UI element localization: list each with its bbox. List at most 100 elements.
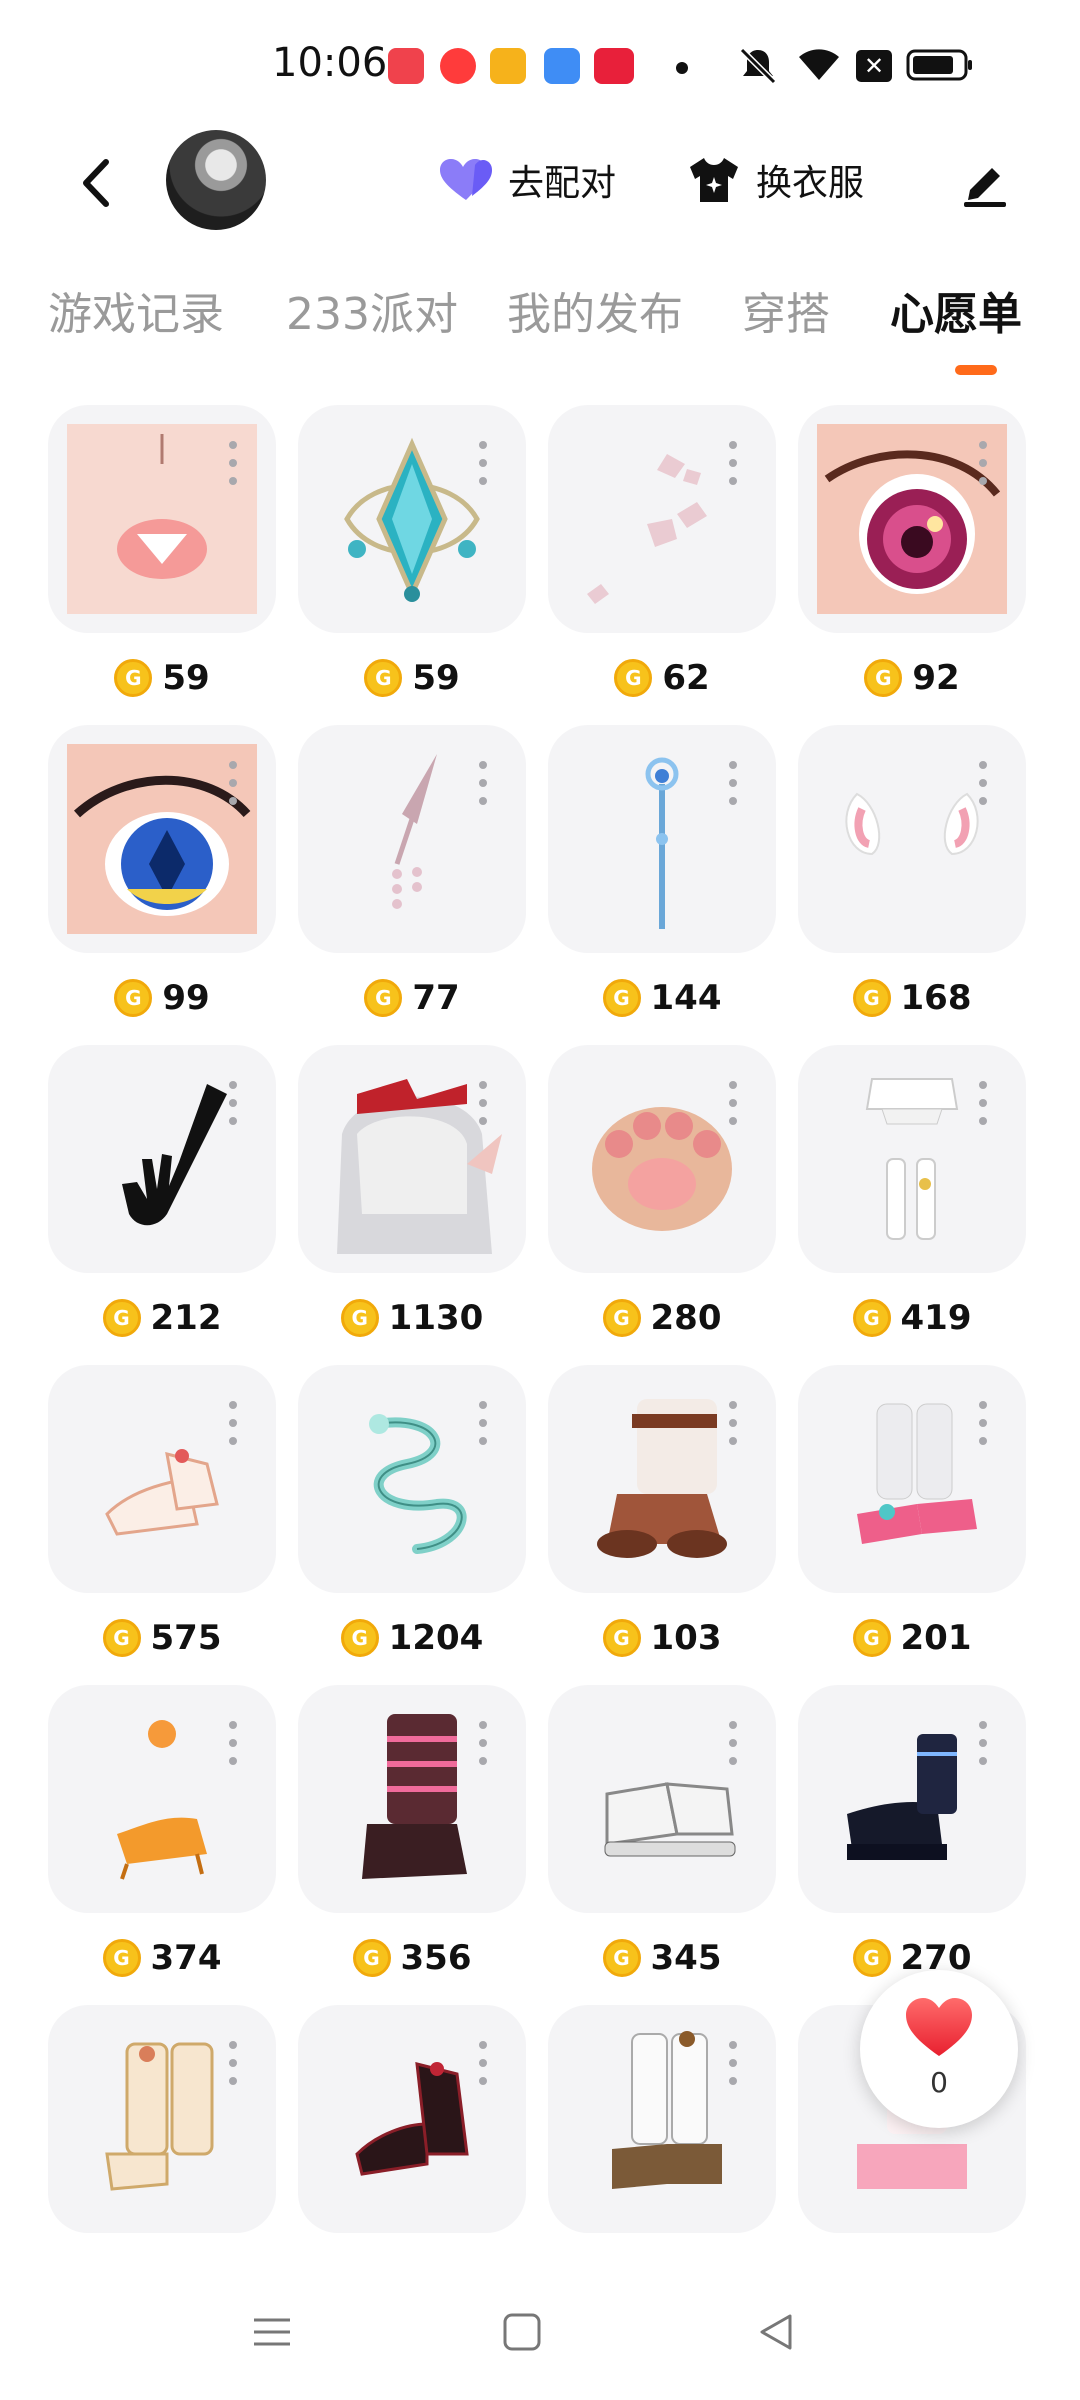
home-square-icon[interactable] [502,2312,542,2352]
more-options-icon[interactable] [478,1081,488,1125]
coin-icon: G [102,1619,141,1657]
more-options-icon[interactable] [728,1401,738,1445]
wishlist-item[interactable]: G 144 [548,725,776,1025]
more-options-icon[interactable] [228,761,238,805]
more-options-icon[interactable] [978,441,988,485]
pair-button[interactable]: 去配对 [436,150,616,210]
active-tab-indicator [955,365,997,375]
wishlist-item[interactable]: G 62 [548,405,776,705]
item-thumbnail[interactable] [548,1045,776,1273]
more-options-icon[interactable] [478,761,488,805]
more-options-icon[interactable] [228,441,238,485]
item-thumbnail[interactable] [798,1685,1026,1913]
coin-icon: G [364,659,403,697]
more-options-icon[interactable] [228,1401,238,1445]
outfit-button[interactable]: 换衣服 [686,150,864,210]
wishlist-item[interactable]: G 356 [298,1685,526,1985]
item-thumbnail[interactable] [798,1365,1026,1593]
coin-icon: G [864,659,903,697]
more-options-icon[interactable] [228,1081,238,1125]
wishlist-item[interactable]: G 77 [298,725,526,1025]
item-thumbnail[interactable] [548,1685,776,1913]
item-thumbnail[interactable] [298,1365,526,1593]
wishlist-item[interactable]: G 1204 [298,1365,526,1665]
wishlist-item[interactable]: G 59 [48,405,276,705]
item-thumbnail[interactable] [298,725,526,953]
wishlist-item[interactable]: G 345 [548,1685,776,1985]
item-thumbnail[interactable] [298,405,526,633]
wishlist-item[interactable] [48,2005,276,2305]
wishlist-item[interactable] [298,2005,526,2305]
more-options-icon[interactable] [728,1081,738,1125]
wishlist-item[interactable]: G 99 [48,725,276,1025]
item-thumbnail[interactable] [798,405,1026,633]
more-options-icon[interactable] [228,1721,238,1765]
avatar[interactable] [166,130,266,230]
item-price-value: 1130 [388,1298,484,1338]
item-thumbnail[interactable] [298,1045,526,1273]
more-options-icon[interactable] [728,1721,738,1765]
wishlist-item[interactable]: G 374 [48,1685,276,1985]
item-price-value: 59 [412,658,460,698]
more-options-icon[interactable] [978,761,988,805]
more-options-icon[interactable] [478,2041,488,2085]
wishlist-item[interactable]: G 280 [548,1045,776,1345]
item-thumbnail[interactable] [798,725,1026,953]
more-options-icon[interactable] [478,1721,488,1765]
like-button[interactable]: 0 [860,1970,1018,2128]
item-thumbnail[interactable] [48,1365,276,1593]
back-triangle-icon[interactable] [756,2312,796,2352]
item-thumbnail[interactable] [48,725,276,953]
menu-icon[interactable] [252,2312,292,2352]
tab-my-posts[interactable]: 我的发布 [507,278,683,342]
more-options-icon[interactable] [978,1401,988,1445]
wishlist-item[interactable]: G 212 [48,1045,276,1345]
item-thumbnail[interactable] [298,2005,526,2233]
more-options-icon[interactable] [728,761,738,805]
item-thumbnail[interactable] [548,2005,776,2233]
more-options-icon[interactable] [478,441,488,485]
wishlist-item[interactable]: G 201 [798,1365,1026,1665]
more-options-icon[interactable] [478,1401,488,1445]
wishlist-item[interactable]: G 419 [798,1045,1026,1345]
item-thumbnail[interactable] [48,1685,276,1913]
item-price: G 59 [48,653,276,703]
item-thumbnail[interactable] [548,405,776,633]
item-price-value: 212 [150,1298,222,1338]
item-thumbnail[interactable] [798,1045,1026,1273]
item-thumbnail[interactable] [48,405,276,633]
more-options-icon[interactable] [978,1721,988,1765]
item-price-value: 144 [650,978,722,1018]
coin-icon: G [114,979,153,1017]
item-thumbnail[interactable] [548,1365,776,1593]
wishlist-item[interactable] [548,2005,776,2305]
wishlist-item[interactable]: G 103 [548,1365,776,1665]
wishlist-item[interactable]: G 168 [798,725,1026,1025]
more-options-icon[interactable] [978,1081,988,1125]
wishlist-item[interactable]: G 1130 [298,1045,526,1345]
more-options-icon[interactable] [228,2041,238,2085]
more-options-icon[interactable] [728,441,738,485]
item-price: G 201 [798,1613,1026,1663]
wishlist-item[interactable]: G 59 [298,405,526,705]
edit-button[interactable] [952,150,1018,216]
battery-icon [906,49,972,81]
wishlist-item[interactable]: G 92 [798,405,1026,705]
tab-233-party[interactable]: 233派对 [286,278,458,342]
tab-outfits[interactable]: 穿搭 [742,278,830,342]
item-thumbnail[interactable] [48,1045,276,1273]
tv-app-icon [490,48,526,84]
tab-game-records[interactable]: 游戏记录 [48,278,224,342]
wishlist-item[interactable]: G 270 [798,1685,1026,1985]
coin-icon: G [102,1299,141,1337]
item-thumbnail[interactable] [298,1685,526,1913]
back-button[interactable] [60,148,130,218]
more-options-icon[interactable] [728,2041,738,2085]
item-price: G 59 [298,653,526,703]
item-thumbnail[interactable] [48,2005,276,2233]
wishlist-item[interactable]: G 575 [48,1365,276,1665]
item-price-value: 575 [150,1618,222,1658]
item-thumbnail[interactable] [548,725,776,953]
tab-wishlist[interactable]: 心愿单 [890,278,1022,342]
coin-icon: G [102,1939,141,1977]
